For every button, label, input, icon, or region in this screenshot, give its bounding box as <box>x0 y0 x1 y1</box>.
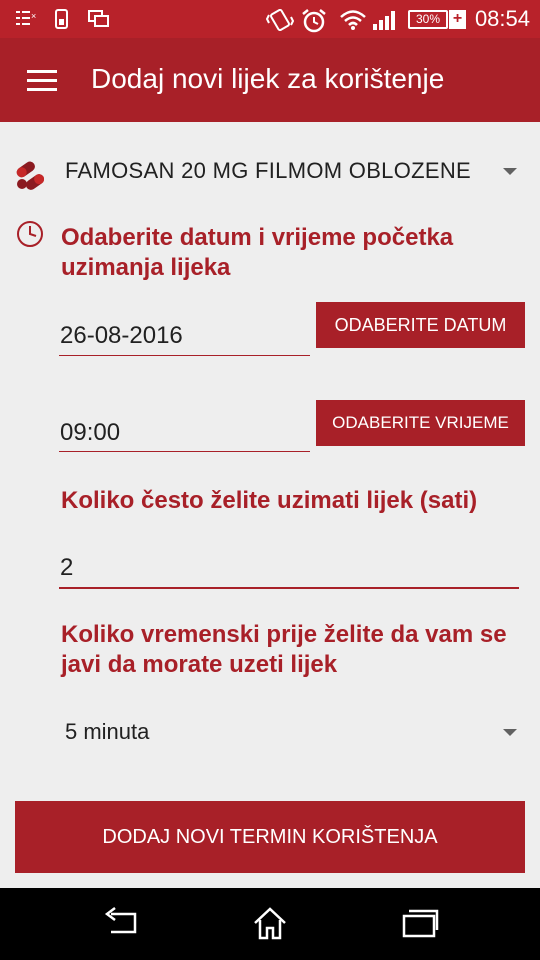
medicine-select[interactable]: FAMOSAN 20 MG FILMOM OBLOZENE TABLETE <box>65 158 475 188</box>
signal-icon <box>373 11 395 30</box>
screen-mirror-icon <box>88 10 109 27</box>
app-bar: Dodaj novi lijek za korištenje <box>0 38 540 122</box>
charging-icon: + <box>449 10 466 29</box>
start-date-value[interactable]: 26-08-2016 <box>60 322 183 350</box>
alarm-icon <box>302 9 326 33</box>
frequency-input[interactable]: 2 <box>60 554 73 582</box>
add-schedule-button[interactable]: DODAJ NOVI TERMIN KORIŠTENJA <box>15 801 525 873</box>
back-icon[interactable] <box>101 906 139 940</box>
medicine-dropdown-arrow-icon[interactable] <box>503 168 517 175</box>
frequency-underline <box>59 587 519 589</box>
form-content: FAMOSAN 20 MG FILMOM OBLOZENE TABLETE Od… <box>0 122 540 888</box>
choose-time-button[interactable]: ODABERITE VRIJEME <box>316 400 525 446</box>
vibrate-icon <box>266 9 294 31</box>
start-section-label: Odaberite datum i vrijeme početka uziman… <box>61 224 454 281</box>
start-date-underline <box>59 355 310 356</box>
phone-icon <box>55 9 68 29</box>
reminder-label: Koliko vremenski prije želite da vam se … <box>61 621 507 678</box>
hamburger-menu-icon[interactable] <box>27 70 57 92</box>
reminder-dropdown-arrow-icon[interactable] <box>503 729 517 736</box>
choose-date-button[interactable]: ODABERITE DATUM <box>316 302 525 348</box>
notification-list-icon: × <box>16 11 36 25</box>
battery-icon: 30% <box>408 10 448 29</box>
svg-text:×: × <box>31 11 36 21</box>
reminder-select[interactable]: 5 minuta <box>65 719 149 745</box>
frequency-label: Koliko često želite uzimati lijek (sati) <box>61 487 478 514</box>
wifi-icon <box>340 10 366 30</box>
status-time: 08:54 <box>474 6 530 31</box>
pills-icon <box>16 161 45 190</box>
start-time-value[interactable]: 09:00 <box>60 419 120 447</box>
clock-icon <box>17 221 43 247</box>
status-bar: × 30% + 08:54 <box>0 0 540 38</box>
start-time-underline <box>59 451 310 452</box>
home-icon[interactable] <box>252 906 288 942</box>
page-title: Dodaj novi lijek za korištenje <box>91 63 445 94</box>
navigation-bar <box>0 888 540 960</box>
recent-apps-icon[interactable] <box>401 906 439 940</box>
